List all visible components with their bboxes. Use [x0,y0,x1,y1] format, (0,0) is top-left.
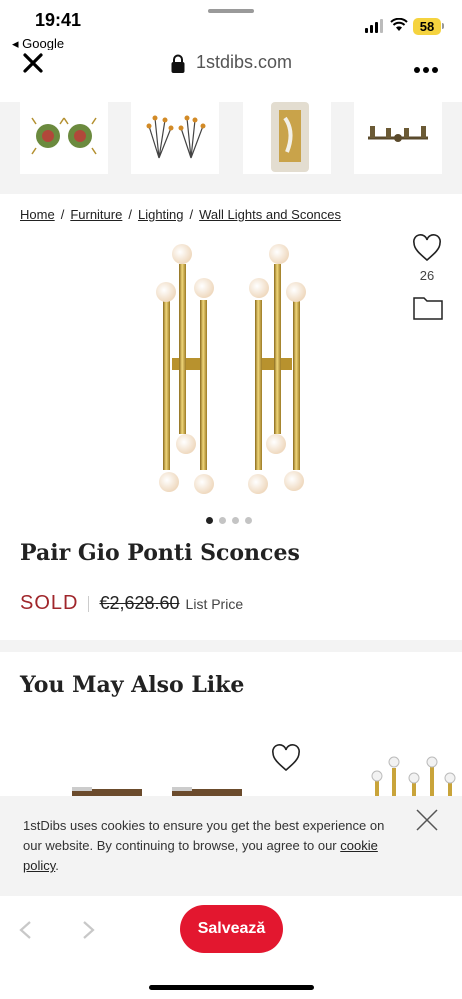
price-divider [88,595,90,612]
more-icon[interactable] [414,60,441,78]
battery-tip [442,23,444,29]
breadcrumb-home[interactable]: Home [20,207,55,222]
breadcrumb-wall-lights[interactable]: Wall Lights and Sconces [199,207,341,222]
breadcrumb-separator: / [128,207,132,222]
save-button[interactable]: Salvează [180,905,283,953]
sold-badge: SOLD [20,592,79,614]
cookie-message: 1stDibs uses cookies to ensure you get t… [23,816,398,876]
carousel-dot[interactable] [245,517,252,524]
status-bar: 19:41 ◂ Google 58 [0,0,462,51]
product-main-image[interactable] [140,238,320,502]
sheet-grabber[interactable] [208,9,254,13]
old-price: €2,628.60 [99,593,180,613]
folder-icon[interactable] [413,296,443,325]
breadcrumb-furniture[interactable]: Furniture [70,207,122,222]
thumbnail-ceramic-panel-sconce[interactable] [243,102,331,174]
recommendation-heart-icon[interactable] [271,744,301,777]
breadcrumb-separator: / [189,207,194,222]
favorite-heart-icon[interactable] [412,234,442,262]
thumbnail-floral-sconces[interactable] [131,102,219,174]
you-may-also-like-title: You May Also Like [20,672,245,698]
carousel-dot[interactable] [232,517,239,524]
url-bar[interactable]: 1stdibs.com [196,52,292,73]
price-row: SOLD €2,628.60 List Price [20,592,243,615]
close-icon[interactable] [22,52,46,76]
status-time: 19:41 [35,10,82,30]
bottom-toolbar: Salvează [0,896,462,999]
image-carousel-dots [206,511,258,529]
thumbnail-pair-of-green-sconces[interactable] [20,102,108,174]
product-title: Pair Gio Ponti Sconces [20,540,300,566]
next-arrow-icon[interactable] [82,920,96,945]
battery-icon: 58 [413,18,441,35]
recommendation-item[interactable] [370,756,460,801]
breadcrumb-lighting[interactable]: Lighting [138,207,184,222]
cookie-text-end: . [55,858,59,873]
carousel-dot[interactable] [206,517,213,524]
previous-arrow-icon[interactable] [18,920,32,945]
breadcrumb: Home / Furniture / Lighting / Wall Lights and … [20,207,341,222]
cookie-close-icon[interactable] [415,808,439,837]
cellular-signal-icon [365,19,385,33]
related-thumbnail-strip [0,102,462,194]
carousel-dot[interactable] [219,517,226,524]
cookie-banner: 1stDibs uses cookies to ensure you get t… [0,796,462,896]
lock-icon [170,54,186,79]
wifi-icon [390,17,408,37]
section-divider [0,640,462,652]
breadcrumb-separator: / [60,207,65,222]
cookie-text: 1stDibs uses cookies to ensure you get t… [23,818,385,853]
browser-bar: 1stdibs.com [0,50,462,102]
list-price-label: List Price [185,596,244,612]
favorite-count: 26 [419,268,435,283]
thumbnail-candelabra-wall-light[interactable] [354,102,442,174]
home-indicator[interactable] [149,985,314,990]
